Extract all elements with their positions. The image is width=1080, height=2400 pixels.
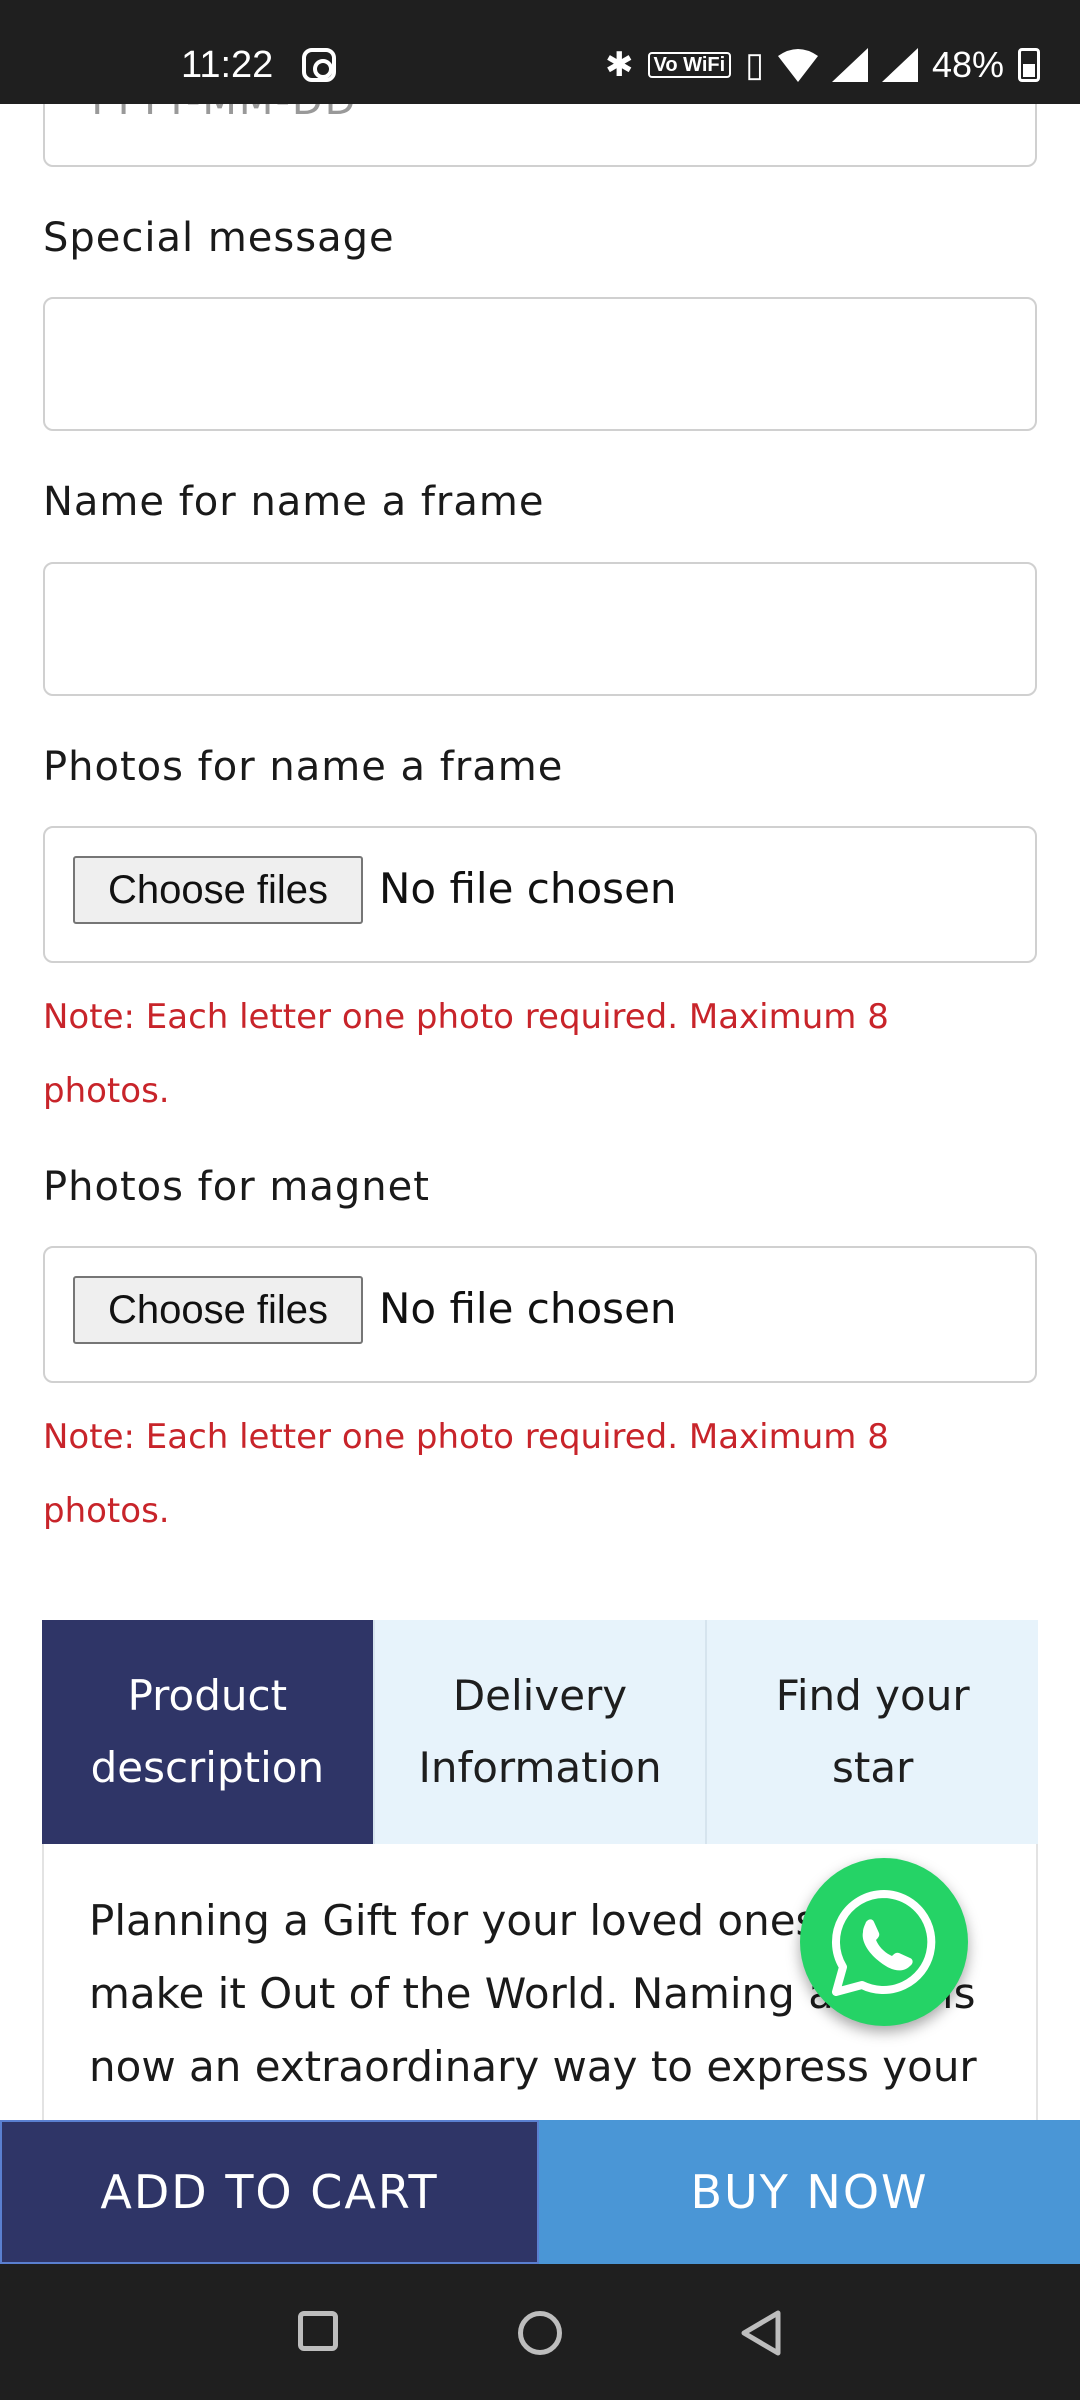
add-to-cart-button[interactable]: ADD TO CART bbox=[0, 2120, 539, 2264]
choose-files-button[interactable]: Choose files bbox=[73, 856, 363, 924]
special-message-input[interactable] bbox=[43, 297, 1037, 431]
product-form-page: YYYY-MM-DD Special message Name for name… bbox=[0, 0, 1080, 2400]
tab-label: star bbox=[831, 1743, 914, 1792]
navigation-bar bbox=[0, 2264, 1080, 2400]
back-icon[interactable] bbox=[738, 2308, 786, 2358]
signal-icon bbox=[881, 48, 918, 82]
photos-frame-label: Photos for name a frame bbox=[43, 744, 564, 790]
note-line: Note: Each letter one photo required. Ma… bbox=[43, 1417, 889, 1457]
recents-icon[interactable] bbox=[298, 2311, 338, 2351]
wifi-icon bbox=[777, 49, 818, 82]
tab-label: Product bbox=[127, 1671, 288, 1720]
special-message-label: Special message bbox=[43, 215, 395, 261]
vowifi-icon: Vo WiFi bbox=[647, 52, 732, 78]
vibrate-icon: ▯ bbox=[745, 46, 764, 84]
tab-delivery-information[interactable]: Delivery Information bbox=[374, 1620, 708, 1844]
photos-magnet-label: Photos for magnet bbox=[43, 1164, 430, 1210]
bluetooth-icon: ✱ bbox=[605, 46, 634, 84]
whatsapp-button[interactable] bbox=[800, 1858, 968, 2026]
instagram-icon bbox=[302, 48, 336, 82]
bottom-action-bar: ADD TO CART BUY NOW bbox=[0, 2120, 1080, 2264]
note-line: photos. bbox=[43, 1071, 170, 1111]
battery-percent: 48% bbox=[931, 44, 1004, 85]
whatsapp-icon bbox=[832, 1890, 936, 1996]
tab-label: Information bbox=[418, 1743, 662, 1792]
no-file-text: No file chosen bbox=[379, 1284, 677, 1333]
note-line: Note: Each letter one photo required. Ma… bbox=[43, 997, 889, 1037]
choose-files-button[interactable]: Choose files bbox=[73, 1276, 363, 1344]
name-frame-label: Name for name a frame bbox=[43, 479, 545, 525]
tab-label: description bbox=[90, 1743, 325, 1792]
tab-label: Find your bbox=[775, 1671, 970, 1720]
description-line: now an extraordinary way to express your bbox=[89, 2042, 977, 2091]
magnet-note: Note: Each letter one photo required. Ma… bbox=[43, 1400, 1043, 1548]
frame-note: Note: Each letter one photo required. Ma… bbox=[43, 980, 1043, 1128]
status-bar: 11:22 ✱ Vo WiFi ▯ 48% bbox=[0, 0, 1080, 104]
buy-now-button[interactable]: BUY NOW bbox=[539, 2120, 1080, 2264]
battery-icon bbox=[1018, 48, 1040, 82]
product-tabs: Product description Delivery Information F… bbox=[42, 1620, 1039, 1844]
status-time: 11:22 bbox=[181, 44, 274, 86]
tab-label: Delivery bbox=[452, 1671, 628, 1720]
photos-magnet-file-input: Choose files No file chosen bbox=[43, 1246, 1037, 1383]
note-line: photos. bbox=[43, 1491, 170, 1531]
signal-icon bbox=[831, 48, 868, 82]
tab-find-your-star[interactable]: Find your star bbox=[707, 1620, 1039, 1844]
home-icon[interactable] bbox=[518, 2311, 562, 2355]
name-frame-input[interactable] bbox=[43, 562, 1037, 696]
photos-frame-file-input: Choose files No file chosen bbox=[43, 826, 1037, 963]
tab-product-description[interactable]: Product description bbox=[42, 1620, 375, 1844]
no-file-text: No file chosen bbox=[379, 864, 677, 913]
